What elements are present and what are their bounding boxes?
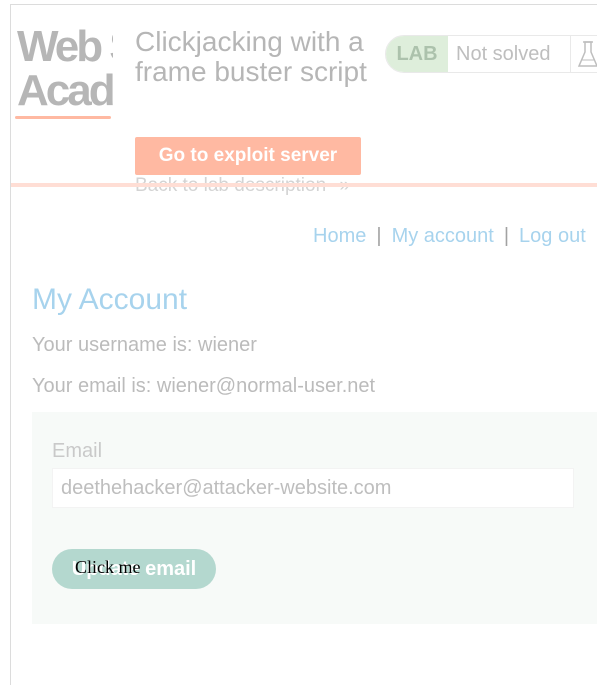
nav-my-account-link[interactable]: My account	[392, 225, 494, 247]
lab-tag: LAB	[386, 36, 448, 72]
go-to-exploit-server-button[interactable]: Go to exploit server	[135, 137, 361, 175]
email-text: Your email is: wiener@normal-user.net	[32, 375, 376, 397]
change-email-form: Email deethehacker@attacker-website.com …	[32, 412, 597, 624]
lab-status-badge: LAB Not solved	[385, 35, 597, 73]
flask-icon	[570, 36, 597, 72]
page-title: My Account	[32, 283, 188, 316]
nav-separator: |	[503, 225, 510, 247]
logo-line-2: Academy	[17, 66, 113, 115]
web-security-academy-logo[interactable]: Web Security Academy	[17, 25, 113, 125]
nav-home-link[interactable]: Home	[313, 225, 366, 247]
click-me-decoy[interactable]: Click me	[75, 556, 141, 578]
header-divider	[11, 183, 597, 187]
logo-line-1: Web Security	[17, 25, 113, 71]
email-input[interactable]: deethehacker@attacker-website.com	[52, 468, 574, 508]
nav-log-out-link[interactable]: Log out	[519, 225, 586, 247]
lab-title: Clickjacking with a frame buster script	[135, 26, 367, 87]
lab-status-text: Not solved	[456, 43, 551, 65]
exploit-page: Web Security Academy Clickjacking with a…	[0, 0, 597, 685]
lab-header: Clickjacking with a frame buster script …	[113, 5, 597, 196]
logo-underline	[15, 116, 111, 119]
top-navigation: Home | My account | Log out	[313, 225, 586, 248]
nav-separator: |	[376, 225, 382, 247]
target-iframe[interactable]: Web Security Academy Clickjacking with a…	[11, 5, 597, 685]
email-field-label: Email	[52, 440, 103, 462]
username-text: Your username is: wiener	[32, 334, 257, 356]
